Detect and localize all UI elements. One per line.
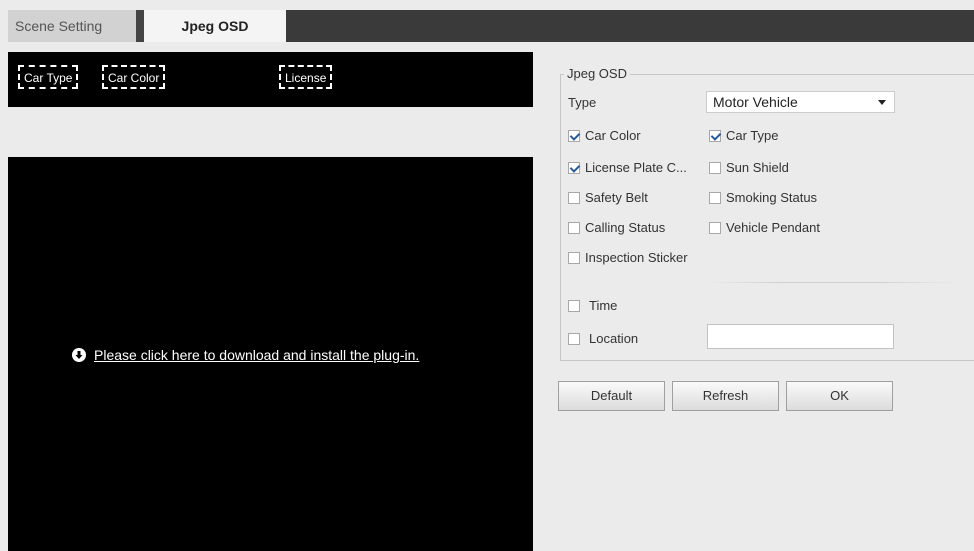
type-select[interactable]: Motor Vehicle [706, 91, 895, 113]
checkbox-time[interactable]: Time [568, 298, 617, 313]
checkbox-box[interactable] [568, 129, 580, 142]
checkbox-label: License Plate C... [585, 160, 687, 175]
checkbox-label: Time [589, 298, 618, 313]
osd-tag-license[interactable]: License [279, 65, 333, 89]
osd-preview-strip: Car Type Car Color License [8, 52, 533, 107]
refresh-button[interactable]: Refresh [672, 381, 779, 411]
checkbox-label: Calling Status [585, 220, 666, 235]
checkbox-smoking-status[interactable]: Smoking Status [709, 190, 817, 205]
checkbox-box[interactable] [568, 299, 580, 312]
checkbox-box[interactable] [709, 221, 721, 234]
location-input[interactable] [707, 324, 894, 349]
checkbox-inspection-sticker[interactable]: Inspection Sticker [568, 250, 688, 265]
tab-bar: Scene Setting Jpeg OSD [8, 10, 974, 42]
checkbox-car-type[interactable]: Car Type [709, 128, 779, 143]
osd-tag-car-color[interactable]: Car Color [102, 65, 166, 89]
checkbox-box[interactable] [568, 251, 580, 264]
checkbox-label: Sun Shield [726, 160, 789, 175]
tab-jpeg-osd[interactable]: Jpeg OSD [144, 10, 286, 42]
checkbox-car-color[interactable]: Car Color [568, 128, 641, 143]
osd-tag-car-type[interactable]: Car Type [18, 65, 79, 89]
checkbox-location[interactable]: Location [568, 331, 638, 346]
video-preview: Please click here to download and instal… [8, 157, 533, 551]
checkbox-calling-status[interactable]: Calling Status [568, 220, 665, 235]
tab-separator [136, 10, 144, 42]
plugin-download-link[interactable]: Please click here to download and instal… [72, 347, 419, 363]
checkbox-box[interactable] [568, 332, 580, 345]
section-divider [705, 282, 955, 283]
checkbox-license-plate[interactable]: License Plate C... [568, 160, 687, 175]
ok-button[interactable]: OK [786, 381, 893, 411]
checkbox-label: Car Type [726, 128, 779, 143]
default-button[interactable]: Default [558, 381, 665, 411]
checkbox-label: Inspection Sticker [585, 250, 688, 265]
checkbox-box[interactable] [709, 129, 721, 142]
checkbox-box[interactable] [568, 221, 580, 234]
checkbox-vehicle-pendant[interactable]: Vehicle Pendant [709, 220, 820, 235]
jpeg-osd-legend: Jpeg OSD [564, 66, 630, 81]
checkbox-sun-shield[interactable]: Sun Shield [709, 160, 789, 175]
checkbox-label: Smoking Status [726, 190, 818, 205]
checkbox-label: Vehicle Pendant [726, 220, 820, 235]
checkbox-safety-belt[interactable]: Safety Belt [568, 190, 648, 205]
checkbox-box[interactable] [568, 191, 580, 204]
type-select-value: Motor Vehicle [713, 94, 798, 110]
checkbox-box[interactable] [709, 161, 721, 174]
checkbox-box[interactable] [709, 191, 721, 204]
type-label: Type [568, 95, 597, 110]
download-icon [72, 348, 86, 362]
jpeg-osd-fieldset [560, 74, 974, 361]
tab-scene-setting[interactable]: Scene Setting [8, 10, 136, 42]
checkbox-label: Car Color [585, 128, 641, 143]
checkbox-box[interactable] [568, 161, 580, 174]
plugin-link-text[interactable]: Please click here to download and instal… [94, 347, 419, 363]
checkbox-label: Safety Belt [585, 190, 648, 205]
chevron-down-icon [878, 100, 886, 105]
checkbox-label: Location [589, 331, 639, 346]
